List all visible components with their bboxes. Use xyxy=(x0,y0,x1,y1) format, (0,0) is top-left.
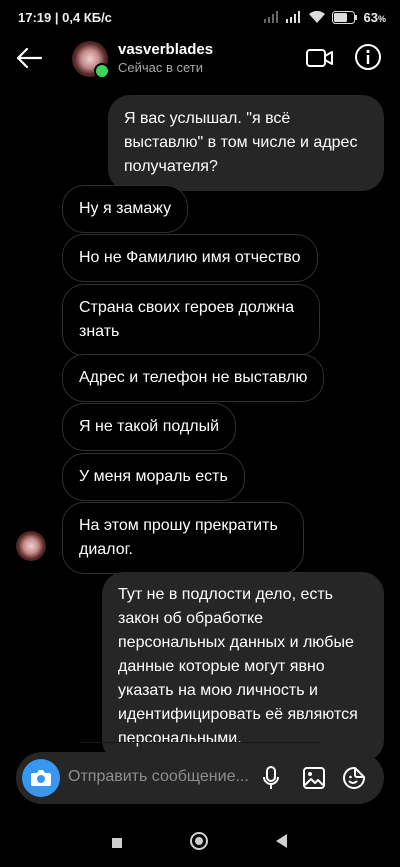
video-call-button[interactable] xyxy=(305,44,335,72)
message-incoming[interactable]: Я не такой подлый xyxy=(62,403,237,451)
message-input[interactable]: Отправить сообщение... xyxy=(68,768,249,786)
header-avatar[interactable] xyxy=(72,41,110,79)
status-bar: 17:19 | 0,4 КБ/с 63% xyxy=(0,0,400,34)
message-incoming[interactable]: На этом прошу прекратить диалог. xyxy=(62,502,304,574)
info-icon xyxy=(355,44,381,70)
chat-username[interactable]: vasverblades xyxy=(118,41,213,58)
chat-status: Сейчас в сети xyxy=(118,60,204,75)
message-incoming[interactable]: Но не Фамилию имя отчество xyxy=(62,234,318,282)
divider xyxy=(80,742,320,743)
camera-icon xyxy=(31,770,51,786)
signal-icon xyxy=(263,11,278,23)
online-indicator xyxy=(94,63,110,79)
system-back-button[interactable] xyxy=(276,834,287,848)
signal-icon-2 xyxy=(285,11,300,23)
microphone-icon xyxy=(263,766,279,789)
message-incoming[interactable]: Адрес и телефон не выставлю xyxy=(62,354,325,402)
sender-avatar[interactable] xyxy=(16,531,46,561)
sticker-button[interactable] xyxy=(342,766,366,795)
gallery-button[interactable] xyxy=(302,766,326,795)
arrow-left-icon xyxy=(16,47,43,69)
sticker-icon xyxy=(343,767,365,789)
back-button[interactable] xyxy=(14,44,44,72)
message-composer: Отправить сообщение... xyxy=(16,752,384,804)
voice-button[interactable] xyxy=(262,766,280,795)
system-nav-bar xyxy=(0,818,400,867)
status-icons: 63% xyxy=(263,9,386,25)
video-camera-icon xyxy=(306,49,333,67)
info-button[interactable] xyxy=(354,43,382,71)
message-outgoing[interactable]: Я вас услышал. "я всё выставлю" в том чи… xyxy=(108,95,384,191)
chat-header: vasverblades Сейчас в сети xyxy=(0,34,400,82)
image-icon xyxy=(303,767,325,789)
recents-button[interactable] xyxy=(112,838,122,848)
message-incoming[interactable]: У меня мораль есть xyxy=(62,453,245,501)
battery-level: 63% xyxy=(363,9,386,25)
message-incoming[interactable]: Страна своих героев должна знать xyxy=(62,284,320,356)
home-button[interactable] xyxy=(190,832,208,850)
status-time: 17:19 | 0,4 КБ/с xyxy=(18,9,112,25)
message-outgoing[interactable]: Тут не в подлости дело, есть закон об об… xyxy=(102,572,384,762)
camera-button[interactable] xyxy=(22,759,60,797)
wifi-icon xyxy=(308,10,325,23)
battery-icon xyxy=(331,10,357,24)
message-incoming[interactable]: Ну я замажу xyxy=(62,185,189,233)
